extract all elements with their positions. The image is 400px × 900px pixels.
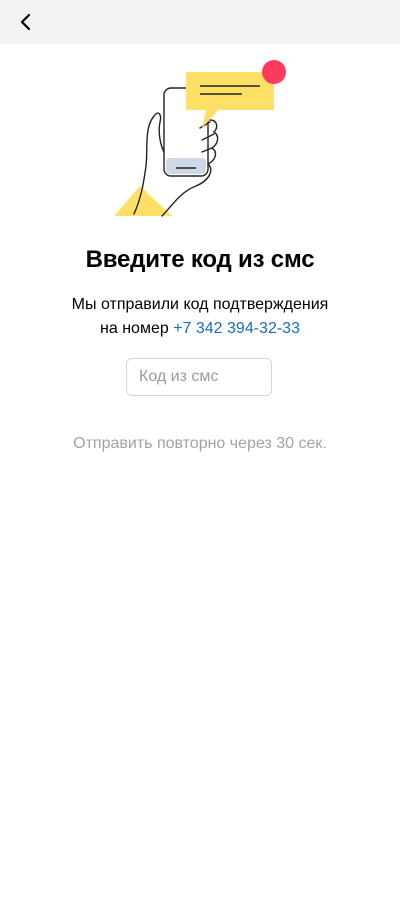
chevron-left-icon — [20, 13, 31, 31]
page-title: Введите код из смс — [85, 246, 315, 273]
back-button[interactable] — [14, 11, 38, 33]
top-bar — [0, 0, 400, 44]
resend-countdown: Отправить повторно через 30 сек. — [73, 435, 327, 452]
subtitle-line2: на номер +7 342 394-32-33 — [0, 317, 400, 341]
subtitle-prefix: на номер — [100, 320, 174, 337]
sms-code-input[interactable] — [126, 358, 272, 396]
subtitle: Мы отправили код подтверждения на номер … — [0, 293, 400, 341]
subtitle-line1: Мы отправили код подтверждения — [71, 296, 329, 313]
phone-number-link[interactable]: +7 342 394-32-33 — [173, 320, 300, 337]
sms-phone-illustration — [110, 58, 292, 218]
